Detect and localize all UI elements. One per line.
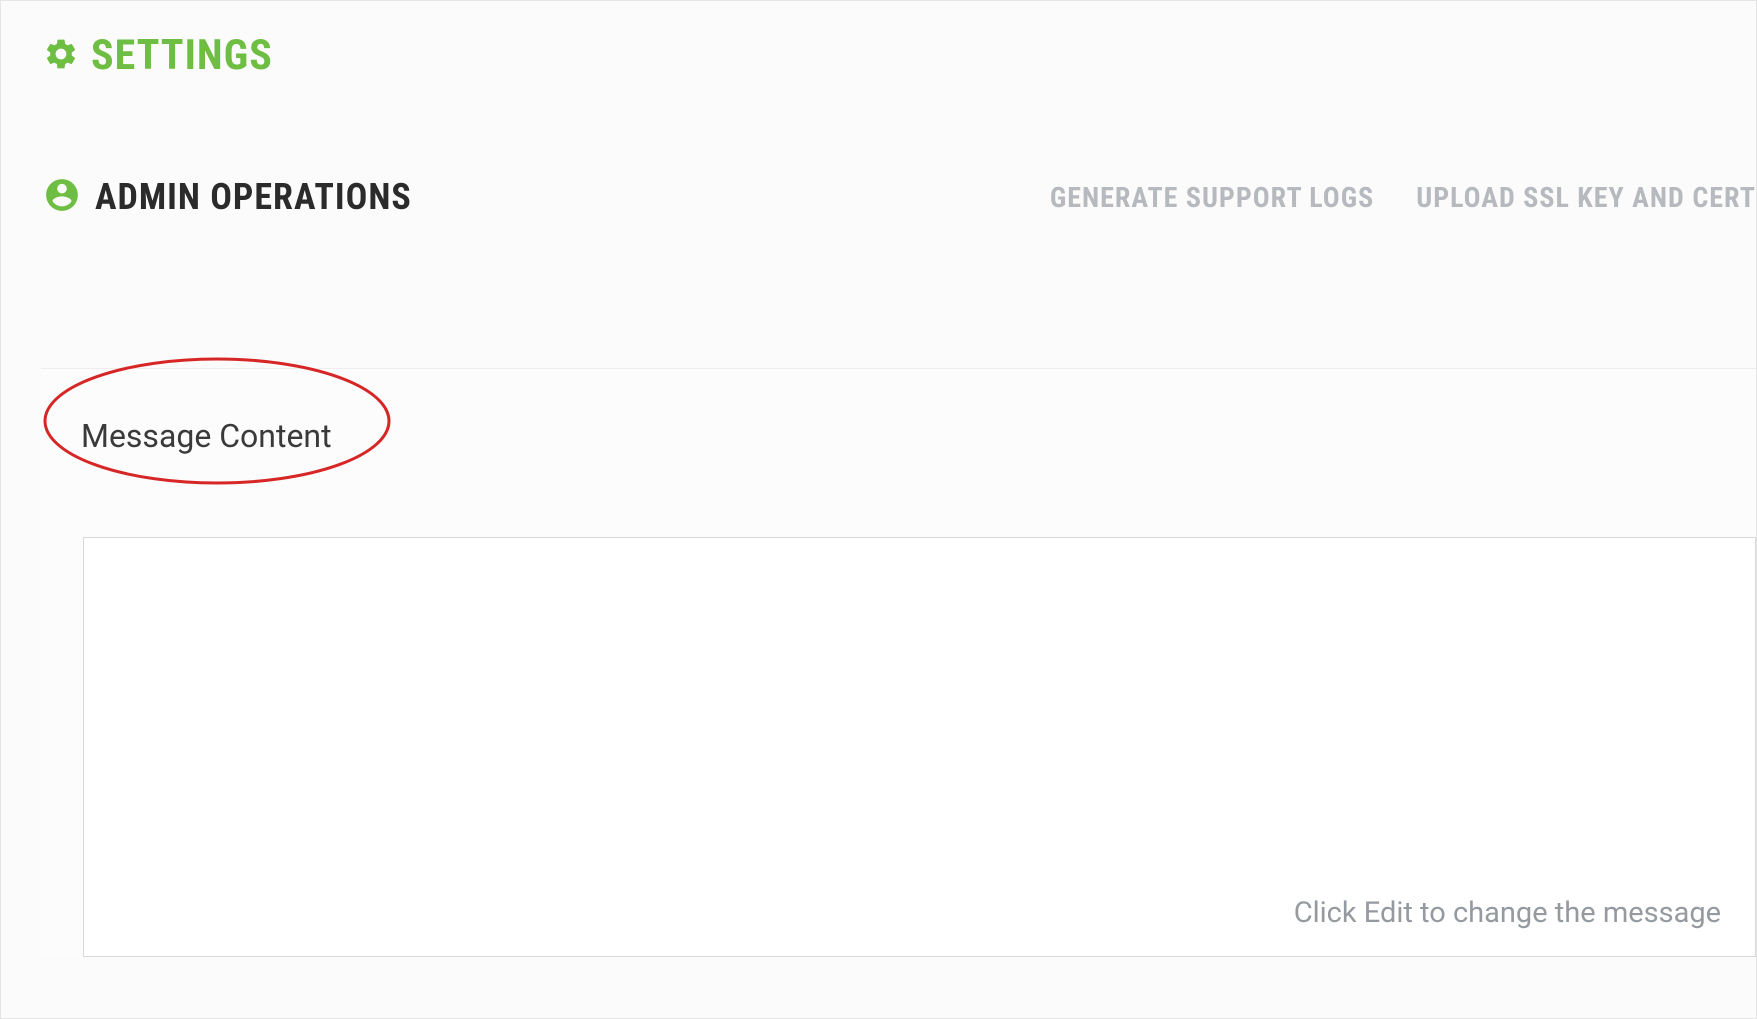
section-title: ADMIN OPERATIONS xyxy=(95,176,412,218)
message-content-box[interactable]: Click Edit to change the message xyxy=(83,537,1756,957)
user-circle-icon xyxy=(43,176,81,218)
page-title: SETTINGS xyxy=(91,31,273,80)
upload-ssl-key-and-cert-link[interactable]: UPLOAD SSL KEY AND CERT xyxy=(1416,181,1756,214)
section-actions: GENERATE SUPPORT LOGS UPLOAD SSL KEY AND… xyxy=(1050,181,1756,214)
section-header-left: ADMIN OPERATIONS xyxy=(43,176,412,218)
message-content-heading: Message Content xyxy=(81,417,1756,455)
gear-icon xyxy=(43,36,79,76)
page-title-row: SETTINGS xyxy=(1,1,1756,80)
message-content-placeholder: Click Edit to change the message xyxy=(1294,896,1721,930)
generate-support-logs-link[interactable]: GENERATE SUPPORT LOGS xyxy=(1050,181,1374,214)
section-header-row: ADMIN OPERATIONS GENERATE SUPPORT LOGS U… xyxy=(1,176,1756,218)
message-content-heading-wrap: Message Content xyxy=(41,417,1756,455)
message-content-panel: Message Content Click Edit to change the… xyxy=(41,368,1756,957)
